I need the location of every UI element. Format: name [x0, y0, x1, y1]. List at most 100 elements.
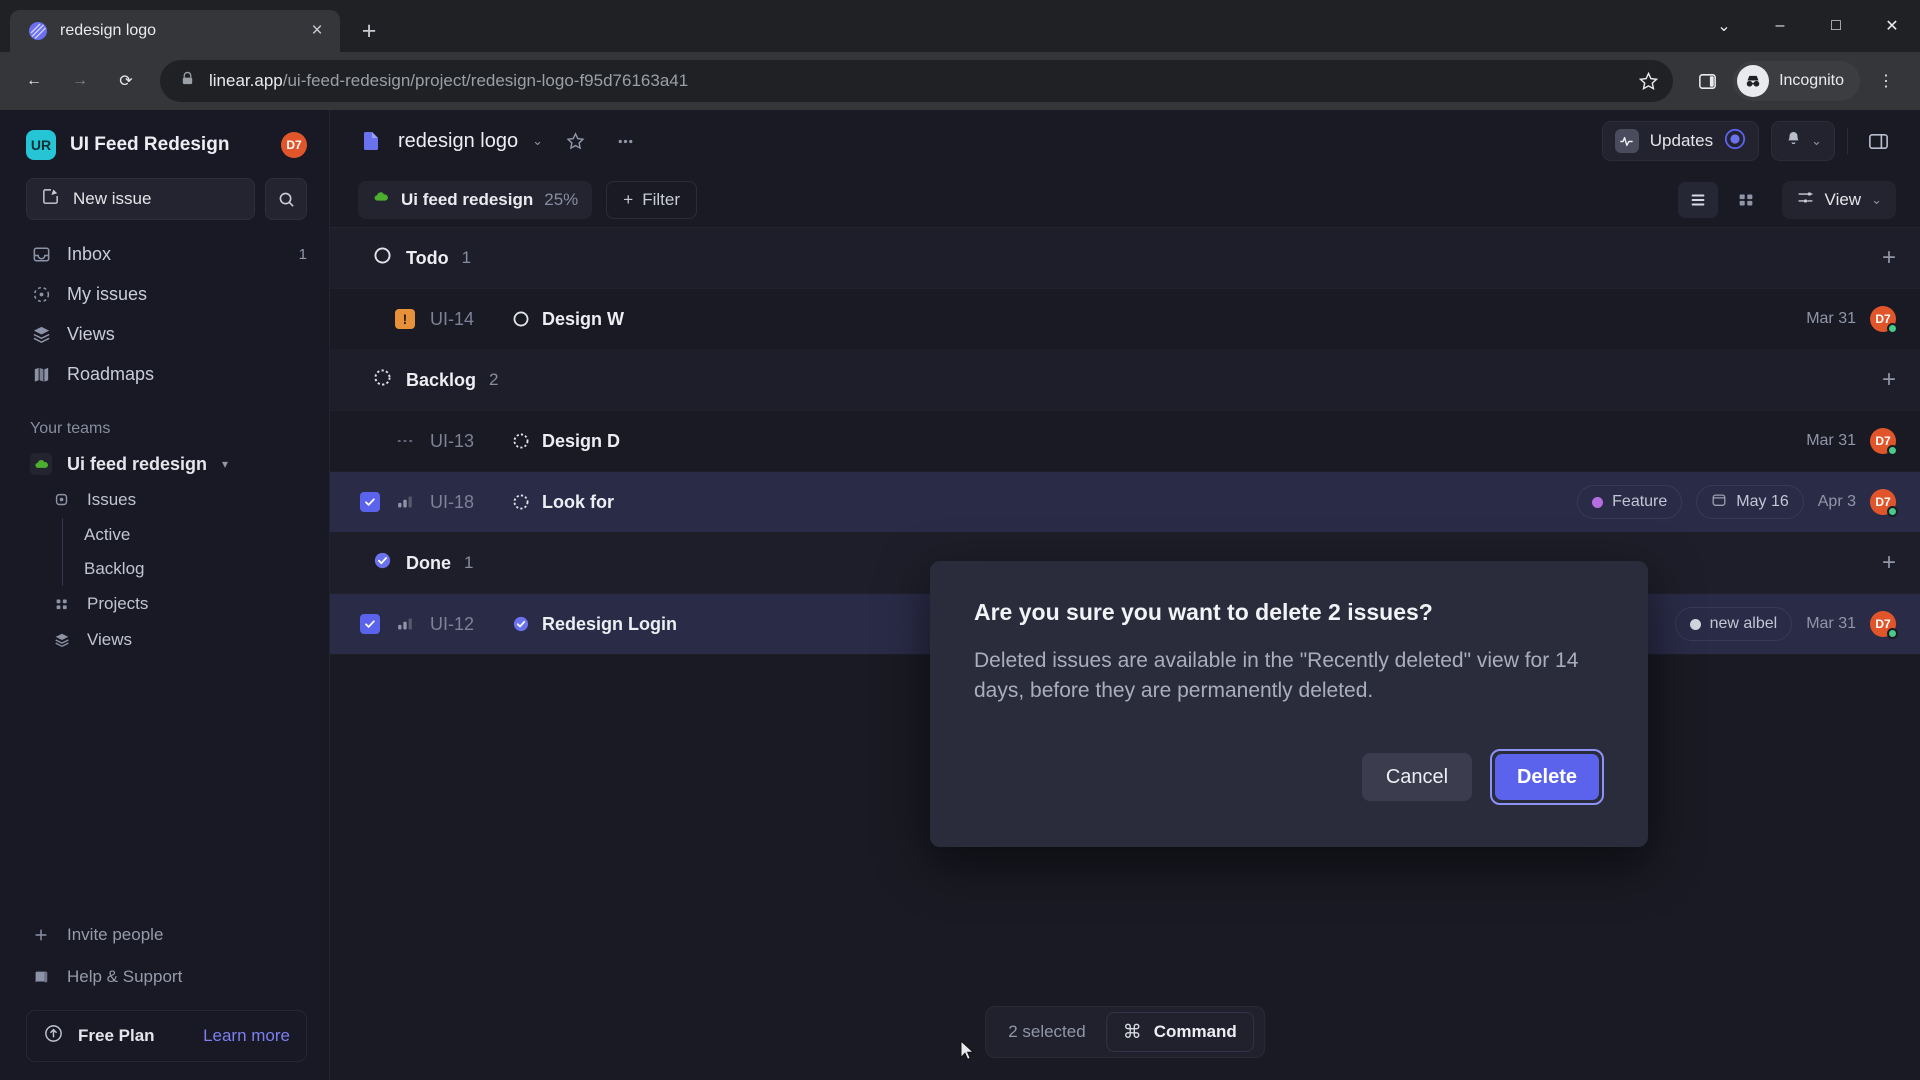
delete-button-focus-ring: Delete [1489, 749, 1604, 805]
new-tab-button[interactable]: + [350, 12, 388, 50]
board-view-icon[interactable] [1726, 182, 1766, 218]
layers-icon [30, 323, 52, 345]
url-text: linear.app/ui-feed-redesign/project/rede… [209, 71, 688, 91]
sidebar: UR UI Feed Redesign D7 New issue Inbox 1… [0, 110, 330, 1080]
window-controls: ⌄ – □ ✕ [1696, 0, 1920, 52]
cancel-button[interactable]: Cancel [1361, 753, 1472, 801]
dialog-title: Are you sure you want to delete 2 issues… [974, 599, 1433, 625]
page-title: redesign logo [398, 129, 519, 152]
cloud-icon [372, 188, 390, 211]
sidebar-item-team-views[interactable]: Views [0, 622, 329, 658]
sidebar-item-inbox[interactable]: Inbox 1 [0, 234, 329, 274]
sidebar-team-ui-feed-redesign[interactable]: Ui feed redesign ▾ [0, 446, 329, 482]
filter-bar: Ui feed redesign 25% + Filter View ⌄ [330, 172, 1920, 228]
search-icon[interactable] [265, 178, 307, 220]
chevron-down-icon[interactable]: ⌄ [1871, 192, 1882, 208]
team-filter-name: Ui feed redesign [401, 189, 534, 209]
sidebar-item-label: Views [87, 630, 133, 649]
plan-card[interactable]: Free Plan Learn more [26, 1010, 307, 1062]
star-icon[interactable] [557, 123, 593, 159]
modal-overlay: Are you sure you want to delete 2 issues… [330, 228, 1920, 1080]
plan-name: Free Plan [78, 1026, 155, 1045]
target-icon [30, 283, 52, 305]
sidebar-item-active[interactable]: Active [0, 518, 329, 552]
chevron-down-icon[interactable]: ⌄ [1811, 133, 1822, 149]
reload-icon[interactable]: ⟳ [106, 61, 146, 101]
help-support-button[interactable]: Help & Support [0, 956, 329, 998]
sidebar-item-my-issues[interactable]: My issues [0, 274, 329, 314]
side-panel-icon[interactable] [1687, 61, 1727, 101]
browser-menu-icon[interactable]: ⋮ [1866, 61, 1906, 101]
updates-button[interactable]: Updates [1601, 121, 1760, 161]
browser-toolbar: ← → ⟳ linear.app/ui-feed-redesign/projec… [0, 52, 1920, 110]
address-bar[interactable]: linear.app/ui-feed-redesign/project/rede… [160, 60, 1674, 102]
url-path: /ui-feed-redesign/project/redesign-logo-… [282, 71, 689, 90]
close-icon[interactable]: × [304, 18, 330, 44]
divider [1847, 128, 1848, 154]
tree-rail [62, 552, 63, 586]
layers-icon [52, 630, 72, 650]
more-horizontal-icon[interactable] [607, 123, 643, 159]
sidebar-item-label: Active [84, 525, 131, 544]
plus-icon: + [623, 189, 634, 209]
sidebar-item-label: Roadmaps [67, 363, 155, 384]
list-view-icon[interactable] [1677, 181, 1718, 218]
filter-label: Filter [642, 189, 681, 209]
window-close-icon[interactable]: ✕ [1864, 0, 1920, 52]
tab-title: redesign logo [60, 22, 157, 39]
delete-label: Delete [1516, 765, 1577, 788]
project-page-icon [358, 128, 384, 154]
primary-nav: Inbox 1 My issues Views Roadmaps [0, 234, 329, 394]
panel-right-icon[interactable] [1860, 123, 1896, 159]
add-filter-button[interactable]: + Filter [606, 180, 698, 219]
minimize-to-tray-icon[interactable]: ⌄ [1696, 0, 1752, 52]
delete-button[interactable]: Delete [1494, 754, 1599, 800]
target-ring-icon [1724, 128, 1746, 155]
book-icon [30, 966, 52, 988]
minimize-icon[interactable]: – [1752, 0, 1808, 52]
incognito-label: Incognito [1779, 72, 1844, 89]
activity-icon [1614, 129, 1639, 153]
help-support-label: Help & Support [67, 967, 183, 986]
sidebar-item-views[interactable]: Views [0, 314, 329, 354]
grid-icon [52, 594, 72, 614]
inbox-count: 1 [298, 245, 307, 263]
browser-tab[interactable]: redesign logo × [10, 10, 340, 52]
invite-people-button[interactable]: Invite people [0, 914, 329, 956]
upgrade-arrow-icon [43, 1023, 64, 1049]
user-avatar-badge[interactable]: D7 [281, 132, 307, 158]
main-content: redesign logo ⌄ Updates ⌄ Ui feed redesi… [330, 110, 1920, 1080]
new-issue-button[interactable]: New issue [26, 178, 255, 220]
sidebar-item-roadmaps[interactable]: Roadmaps [0, 354, 329, 394]
chevron-down-icon[interactable]: ▾ [222, 457, 228, 471]
invite-people-label: Invite people [67, 925, 164, 944]
workspace-switcher[interactable]: UR UI Feed Redesign D7 [0, 122, 329, 168]
sidebar-item-label: Projects [87, 594, 149, 613]
plus-icon [30, 924, 52, 946]
back-icon[interactable]: ← [14, 61, 54, 101]
updates-label: Updates [1649, 131, 1714, 150]
team-progress: 25% [544, 189, 579, 209]
chevron-down-icon[interactable]: ⌄ [532, 133, 543, 149]
bookmark-star-icon[interactable] [1638, 71, 1659, 92]
incognito-profile-button[interactable]: Incognito [1733, 61, 1860, 101]
learn-more-link[interactable]: Learn more [203, 1026, 290, 1046]
cloud-icon [30, 453, 52, 475]
map-icon [30, 363, 52, 385]
workspace-avatar: UR [26, 130, 56, 160]
team-name: Ui feed redesign [67, 453, 208, 474]
team-filter-chip[interactable]: Ui feed redesign 25% [358, 180, 593, 219]
bell-icon [1784, 129, 1803, 153]
sidebar-item-projects[interactable]: Projects [0, 586, 329, 622]
sidebar-item-label: Backlog [84, 559, 145, 578]
issues-icon [52, 490, 72, 510]
sidebar-item-label: Inbox [67, 243, 112, 264]
forward-icon[interactable]: → [60, 61, 100, 101]
maximize-icon[interactable]: □ [1808, 0, 1864, 52]
sidebar-item-issues[interactable]: Issues [0, 482, 329, 518]
notifications-button[interactable]: ⌄ [1771, 121, 1835, 161]
view-options-button[interactable]: View ⌄ [1781, 180, 1896, 219]
header-actions: Updates ⌄ [1601, 121, 1896, 161]
sidebar-item-backlog[interactable]: Backlog [0, 552, 329, 586]
pencil-square-icon [41, 187, 60, 211]
